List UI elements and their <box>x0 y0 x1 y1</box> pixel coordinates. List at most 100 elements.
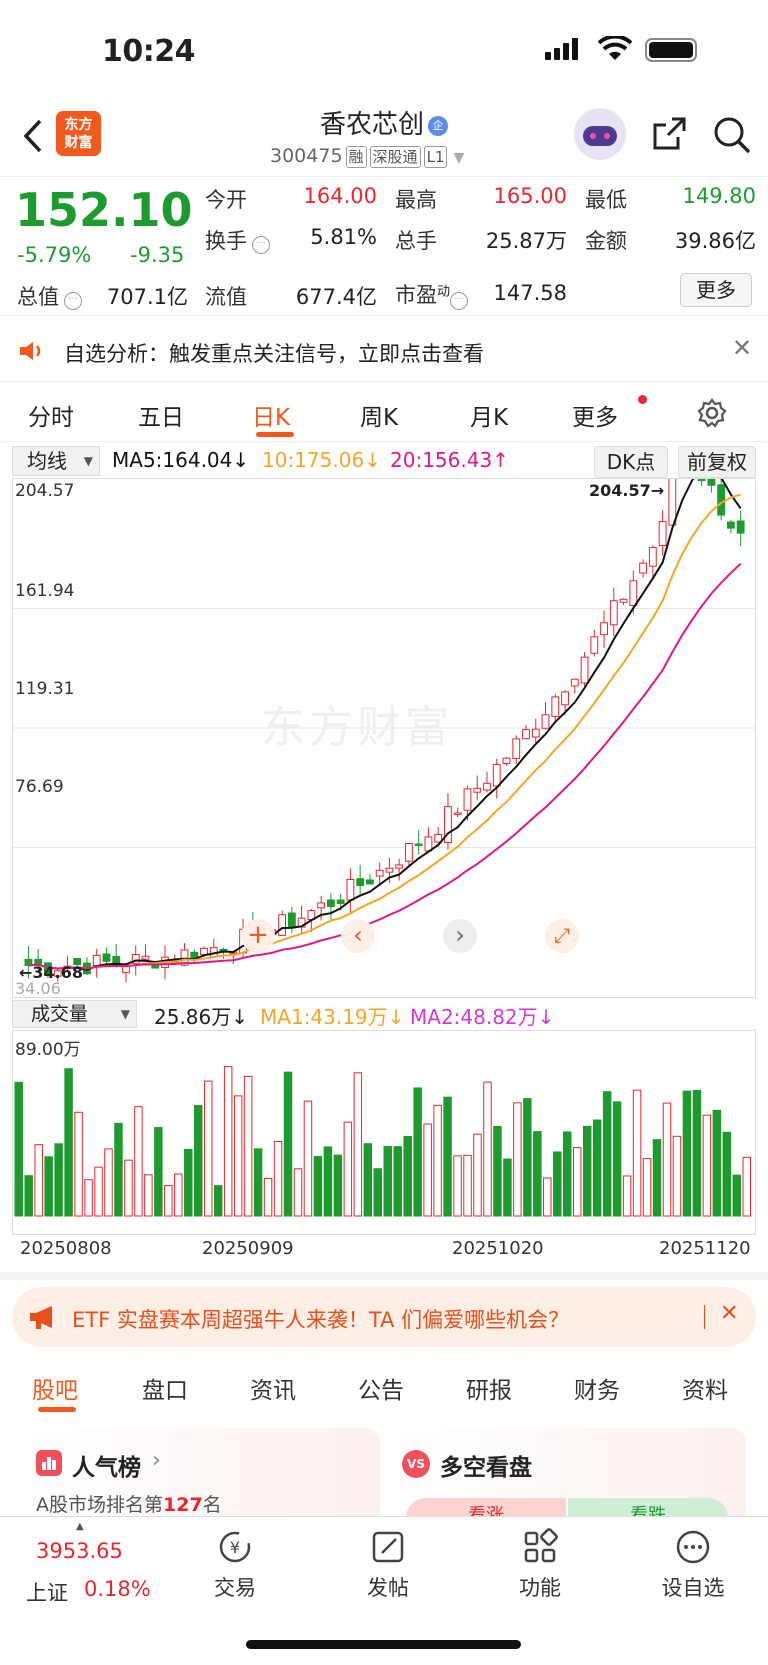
adjust-button[interactable]: 前复权 <box>678 446 756 478</box>
volume-bar <box>104 1148 113 1217</box>
info-icon[interactable]: ··· <box>252 236 271 254</box>
tab-profile[interactable]: 资料 <box>682 1371 728 1405</box>
candle <box>405 843 413 862</box>
index-name[interactable]: 上证 <box>26 1577 68 1607</box>
bull-bear-card[interactable]: VS 多空看盘 看涨 看跌 <box>390 1428 746 1528</box>
candle <box>570 678 579 687</box>
candle <box>726 521 735 529</box>
nav-trade[interactable]: ¥ 交易 <box>190 1527 280 1602</box>
tab-news[interactable]: 资讯 <box>250 1371 296 1405</box>
volume-bar <box>662 1102 672 1217</box>
volume-bar <box>463 1154 472 1217</box>
ma-line <box>28 562 742 970</box>
volume-bar <box>243 1075 253 1217</box>
tab-financials[interactable]: 财务 <box>574 1371 620 1405</box>
info-icon[interactable]: ··· <box>450 292 469 310</box>
ma-selector[interactable]: 均线 ▼ <box>12 446 100 476</box>
volume-bar <box>154 1127 163 1217</box>
volume-bar <box>702 1114 712 1217</box>
tab-monthly-k[interactable]: 月K <box>470 398 508 432</box>
tab-forum[interactable]: 股吧 <box>32 1371 78 1405</box>
candle <box>346 878 355 901</box>
candle <box>200 947 208 956</box>
tab-five-day[interactable]: 五日 <box>138 398 184 432</box>
stock-code: 300475 <box>270 145 343 167</box>
nav-features[interactable]: 功能 <box>495 1527 585 1602</box>
dk-button[interactable]: DK点 <box>594 446 668 478</box>
vol-ma2: MA2:48.82万↓ <box>410 1005 555 1029</box>
close-icon[interactable]: ✕ <box>732 334 752 362</box>
tab-orderbook[interactable]: 盘口 <box>142 1371 188 1405</box>
amount-label: 金额 <box>585 229 627 253</box>
content-tabs: 股吧 盘口 资讯 公告 研报 财务 资料 <box>0 1355 768 1417</box>
tag-margin: 融 <box>345 146 367 168</box>
low-label: 最低 <box>585 188 627 212</box>
robot-avatar[interactable] <box>574 108 626 160</box>
tab-intraday[interactable]: 分时 <box>28 398 74 432</box>
volume-selector[interactable]: 成交量 ▼ <box>12 1000 137 1028</box>
total-value: 707.1亿 <box>106 285 188 309</box>
expand-icon[interactable]: ⤢ <box>545 919 579 953</box>
info-icon[interactable]: ··· <box>64 292 83 310</box>
candle <box>629 580 638 606</box>
candle <box>92 954 101 967</box>
notice-bar[interactable]: 自选分析：触发重点关注信号，立即点击查看 ✕ <box>0 320 768 382</box>
rank-text: A股市场排名第127名 <box>36 1494 222 1516</box>
zoom-in-icon[interactable]: + <box>241 919 275 953</box>
turnover-label-wrap: 换手 ··· <box>205 225 271 255</box>
volume-bar <box>433 1104 442 1217</box>
tab-more[interactable]: 更多 <box>572 398 618 432</box>
volume-bar <box>513 1102 522 1217</box>
volume-value: 25.87万 <box>485 229 567 253</box>
volume-bar <box>632 1089 642 1217</box>
volume-bar <box>493 1125 502 1217</box>
tab-weekly-k[interactable]: 周K <box>360 398 398 432</box>
candle <box>326 899 335 907</box>
period-tabs: 分时 五日 日K 周K 月K 更多 <box>0 382 768 442</box>
candle <box>502 757 511 764</box>
index-pct[interactable]: 0.18% <box>84 1577 151 1601</box>
volume-bar <box>592 1119 602 1217</box>
megaphone-icon <box>30 1306 52 1329</box>
volume-label: 总手 <box>395 229 437 253</box>
tab-research[interactable]: 研报 <box>466 1371 512 1405</box>
nav-post[interactable]: 发帖 <box>343 1527 433 1602</box>
rank-card[interactable]: 人气榜 › A股市场排名第127名 <box>22 1428 380 1528</box>
nav-add-watchlist[interactable]: 设自选 <box>648 1527 738 1602</box>
volume-bar <box>144 1174 153 1217</box>
tab-announcements[interactable]: 公告 <box>358 1371 404 1405</box>
index-value[interactable]: 3953.65 <box>36 1539 123 1563</box>
ytick-max: 204.57 <box>15 481 75 501</box>
stock-code-line: 300475 融深股通 L1 ▼ <box>270 145 464 168</box>
volume-bar <box>313 1156 323 1217</box>
chevron-down-icon[interactable]: ▼ <box>454 150 465 166</box>
search-icon[interactable] <box>712 115 752 155</box>
volume-bar <box>333 1154 343 1217</box>
settings-icon[interactable] <box>697 398 727 428</box>
chevron-right-icon: › <box>152 1448 161 1473</box>
battery-icon <box>645 38 697 62</box>
grid-icon <box>524 1528 558 1563</box>
candle <box>414 843 423 847</box>
pan-right-icon[interactable]: › <box>443 919 477 953</box>
close-icon[interactable]: ✕ <box>720 1301 738 1326</box>
date-axis: 20250808 20250909 20251020 20251120 <box>12 1238 756 1264</box>
share-icon[interactable] <box>650 115 688 153</box>
kline-chart[interactable]: 东方财富 204.57 161.94 119.31 76.69 34.06 20… <box>12 478 756 998</box>
chart-watermark: 东方财富 <box>261 702 453 753</box>
candle <box>541 714 550 729</box>
volume-bar <box>423 1123 432 1217</box>
pan-left-icon[interactable]: ‹ <box>341 919 375 953</box>
volume-chart[interactable]: 89.00万 <box>12 1030 756 1235</box>
volume-bar <box>543 1177 552 1217</box>
ytick-2: 161.94 <box>15 581 75 601</box>
more-button[interactable]: 更多 <box>680 273 752 307</box>
rank-title: 人气榜 <box>72 1455 141 1481</box>
trade-icon: ¥ <box>219 1531 251 1563</box>
tab-daily-k[interactable]: 日K <box>252 398 290 432</box>
signal-icon <box>545 38 585 60</box>
min-price-marker: ←34.68 <box>19 963 84 982</box>
vs-title: 多空看盘 <box>440 1455 532 1481</box>
volume-bar <box>54 1143 63 1217</box>
etf-banner[interactable]: ETF 实盘赛本周超强牛人来袭！TA 们偏爱哪些机会？ ✕ <box>12 1287 756 1347</box>
